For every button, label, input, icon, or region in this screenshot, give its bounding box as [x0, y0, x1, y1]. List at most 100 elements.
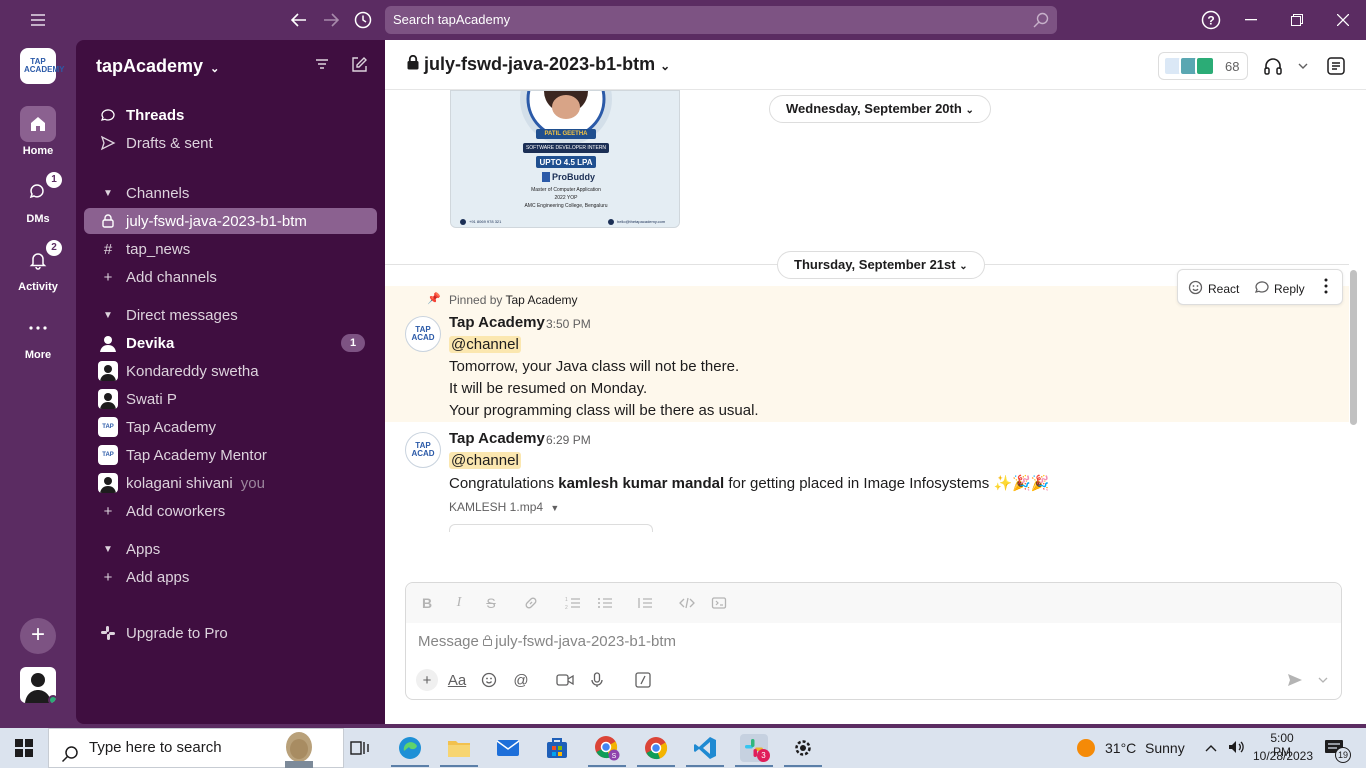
- workspace-logo[interactable]: TAP ACADEMY: [20, 48, 64, 84]
- vscode-icon[interactable]: [691, 734, 719, 762]
- minimize-icon[interactable]: [1239, 8, 1263, 32]
- send-options-chevron-icon[interactable]: [1312, 669, 1334, 691]
- restore-icon[interactable]: [1285, 8, 1309, 32]
- code-block-icon[interactable]: [710, 595, 728, 613]
- close-icon[interactable]: [1331, 8, 1355, 32]
- sidebar-item-dm-tap-academy[interactable]: TAP Tap Academy: [84, 414, 377, 440]
- avatar[interactable]: TAP ACAD: [405, 432, 441, 468]
- rail-item-dms[interactable]: 1 DMs: [0, 172, 76, 225]
- add-workspace-button[interactable]: +: [20, 618, 56, 654]
- file-attachment[interactable]: KAMLESH 1.mp4 ▼: [449, 500, 559, 514]
- settings-gear-icon[interactable]: [789, 734, 817, 762]
- taskbar-search-input[interactable]: Type here to search: [48, 728, 344, 768]
- message-sender[interactable]: Tap Academy: [449, 430, 545, 447]
- compose-icon[interactable]: [350, 56, 370, 76]
- rail-item-more[interactable]: More: [0, 310, 76, 361]
- slash-command-icon[interactable]: [632, 669, 654, 691]
- react-button[interactable]: React: [1188, 279, 1239, 298]
- members-button[interactable]: 68: [1158, 52, 1248, 80]
- message-mention[interactable]: @channel: [449, 336, 521, 353]
- presence-dot: [48, 695, 56, 703]
- send-icon[interactable]: [1284, 669, 1306, 691]
- help-icon[interactable]: ?: [1199, 8, 1223, 32]
- scrollbar[interactable]: [1350, 270, 1357, 425]
- bullet-list-icon[interactable]: [596, 595, 614, 613]
- windows-start-icon[interactable]: [10, 734, 38, 762]
- upgrade-button[interactable]: Upgrade to Pro: [84, 620, 377, 646]
- apps-section-header[interactable]: ▼ Apps: [84, 536, 377, 562]
- back-arrow-icon[interactable]: [287, 8, 311, 32]
- weather-description[interactable]: Sunny: [1145, 740, 1185, 756]
- sidebar-item-dm-self[interactable]: kolagani shivani you: [84, 470, 377, 496]
- sidebar-item-channel-tap-news[interactable]: # tap_news: [84, 236, 377, 262]
- search-input[interactable]: Search tapAcademy: [385, 6, 1057, 34]
- message-input[interactable]: Message july-fswd-java-2023-b1-btm: [418, 633, 676, 650]
- video-clip-icon[interactable]: [554, 669, 576, 691]
- channel-title[interactable]: july-fswd-java-2023-b1-btm ⌄: [407, 54, 670, 75]
- mail-icon[interactable]: [494, 734, 522, 762]
- bold-icon[interactable]: B: [418, 595, 436, 613]
- sidebar-item-dm-swati[interactable]: Swati P: [84, 386, 377, 412]
- rail-item-activity[interactable]: 2 Activity: [0, 240, 76, 293]
- date-divider-pill[interactable]: Thursday, September 21st ⌄: [777, 251, 985, 279]
- code-icon[interactable]: [678, 595, 696, 613]
- headphones-icon[interactable]: [1261, 54, 1285, 78]
- weather-temperature[interactable]: 31°C: [1105, 740, 1136, 756]
- date-divider-pill[interactable]: Wednesday, September 20th ⌄: [769, 95, 991, 123]
- message-sender[interactable]: Tap Academy: [449, 314, 545, 331]
- workspace-name[interactable]: tapAcademy ⌄: [96, 56, 219, 77]
- italic-icon[interactable]: I: [450, 595, 468, 613]
- sidebar-item-channel-july-fswd[interactable]: july-fswd-java-2023-b1-btm: [84, 208, 377, 234]
- edge-browser-icon[interactable]: [396, 734, 424, 762]
- image-brand: ProBuddy: [552, 172, 596, 182]
- more-actions-icon[interactable]: [1324, 278, 1328, 294]
- slack-app-icon[interactable]: 3: [740, 734, 770, 762]
- emoji-icon[interactable]: [478, 669, 500, 691]
- dm-section-header[interactable]: ▼ Direct messages: [84, 302, 377, 328]
- clock-date[interactable]: 10/28/2023: [1252, 749, 1314, 763]
- sidebar-item-drafts[interactable]: Drafts & sent: [84, 130, 377, 156]
- channels-section-header[interactable]: ▼ Channels: [84, 180, 377, 206]
- volume-icon[interactable]: [1227, 739, 1245, 758]
- user-avatar[interactable]: [20, 667, 56, 703]
- store-icon[interactable]: [543, 734, 571, 762]
- add-coworkers-button[interactable]: + Add coworkers: [84, 498, 377, 524]
- file-explorer-icon[interactable]: [445, 734, 473, 762]
- task-view-icon[interactable]: [346, 734, 374, 762]
- sidebar-item-dm-devika[interactable]: Devika 1: [84, 330, 377, 356]
- threads-icon: [98, 105, 118, 125]
- rail-item-home[interactable]: Home: [0, 106, 76, 157]
- chrome-icon[interactable]: [642, 734, 670, 762]
- canvas-icon[interactable]: [1324, 54, 1348, 78]
- blockquote-icon[interactable]: [636, 595, 654, 613]
- message-time[interactable]: 6:29 PM: [546, 433, 591, 447]
- chrome-profile-icon[interactable]: S: [593, 734, 621, 762]
- ordered-list-icon[interactable]: 12: [564, 595, 582, 613]
- pinned-message[interactable]: 📌 Pinned by Tap Academy TAP ACAD Tap Acad…: [385, 286, 1349, 422]
- formatting-toggle-icon[interactable]: Aa: [446, 669, 468, 691]
- add-channels-button[interactable]: + Add channels: [84, 264, 377, 290]
- filter-icon[interactable]: [314, 56, 334, 76]
- sidebar-item-threads[interactable]: Threads: [84, 102, 377, 128]
- image-degree: Master of Computer Application: [531, 187, 601, 193]
- add-apps-button[interactable]: + Add apps: [84, 564, 377, 590]
- strikethrough-icon[interactable]: S: [482, 595, 500, 613]
- weather-sun-icon[interactable]: [1072, 734, 1100, 762]
- sidebar-item-dm-tap-academy-mentor[interactable]: TAP Tap Academy Mentor: [84, 442, 377, 468]
- hamburger-icon[interactable]: [26, 8, 50, 32]
- forward-arrow-icon[interactable]: [319, 8, 343, 32]
- attach-plus-icon[interactable]: +: [416, 669, 438, 691]
- mention-icon[interactable]: @: [510, 669, 532, 691]
- history-icon[interactable]: [351, 8, 375, 32]
- message-time[interactable]: 3:50 PM: [546, 317, 591, 331]
- sidebar-item-dm-kondareddy[interactable]: Kondareddy swetha: [84, 358, 377, 384]
- running-indicator: [637, 765, 675, 767]
- message-mention[interactable]: @channel: [449, 452, 521, 469]
- placement-image[interactable]: PATIL GEETHA SOFTWARE DEVELOPER INTERN U…: [450, 90, 680, 228]
- chevron-down-icon[interactable]: [1291, 54, 1315, 78]
- reply-button[interactable]: Reply: [1254, 279, 1305, 298]
- microphone-icon[interactable]: [586, 669, 608, 691]
- link-icon[interactable]: [522, 595, 540, 613]
- chevron-up-icon[interactable]: [1205, 739, 1217, 755]
- avatar[interactable]: TAP ACAD: [405, 316, 441, 352]
